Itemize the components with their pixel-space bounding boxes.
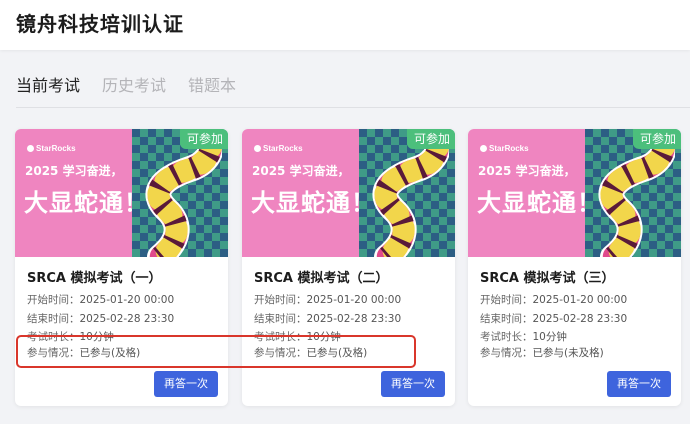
highlight-annotation-box (16, 335, 416, 368)
retry-button[interactable]: 再答一次 (381, 371, 445, 397)
tab-history-exams[interactable]: 历史考试 (102, 72, 166, 96)
start-time: 开始时间：2025-01-20 00:00 (254, 294, 402, 306)
status-badge: 可参加 (632, 129, 681, 149)
exam-title: SRCA 模拟考试（二） (254, 271, 389, 286)
status-badge: 可参加 (179, 129, 228, 149)
exam-duration: 考试时长：10分钟 (480, 331, 567, 343)
exam-title: SRCA 模拟考试（三） (480, 271, 615, 286)
tab-current-exams[interactable]: 当前考试 (16, 72, 80, 96)
start-time: 开始时间：2025-01-20 00:00 (480, 294, 628, 306)
banner-line1: 2025 学习奋进， (478, 164, 576, 178)
tabs-divider (16, 107, 690, 108)
end-time: 结束时间：2025-02-28 23:30 (27, 313, 175, 325)
banner-line2: 大显蛇通！ (24, 189, 149, 217)
end-time: 结束时间：2025-02-28 23:30 (480, 313, 628, 325)
exam-title: SRCA 模拟考试（一） (27, 271, 162, 286)
status-badge: 可参加 (406, 129, 455, 149)
tab-wrong-questions[interactable]: 错题本 (188, 72, 236, 96)
end-time: 结束时间：2025-02-28 23:30 (254, 313, 402, 325)
exam-tabs: 当前考试 历史考试 错题本 (0, 62, 690, 108)
participation-status: 参与情况：已参与(未及格) (480, 347, 604, 359)
banner-line2: 大显蛇通！ (477, 189, 602, 217)
banner-line1: 2025 学习奋进， (25, 164, 123, 178)
retry-button[interactable]: 再答一次 (607, 371, 671, 397)
banner-line2: 大显蛇通！ (251, 189, 376, 217)
app-header: 镜舟科技培训认证 (0, 0, 690, 50)
page-title: 镜舟科技培训认证 (16, 12, 184, 36)
exam-card[interactable]: StarRocks 2025 学习奋进， 大显蛇通！ 可参加 SRCA 模拟考试… (468, 129, 681, 406)
retry-button[interactable]: 再答一次 (154, 371, 218, 397)
start-time: 开始时间：2025-01-20 00:00 (27, 294, 175, 306)
brand-logo: StarRocks (27, 144, 76, 153)
banner-line1: 2025 学习奋进， (252, 164, 350, 178)
brand-logo: StarRocks (254, 144, 303, 153)
brand-logo: StarRocks (480, 144, 529, 153)
